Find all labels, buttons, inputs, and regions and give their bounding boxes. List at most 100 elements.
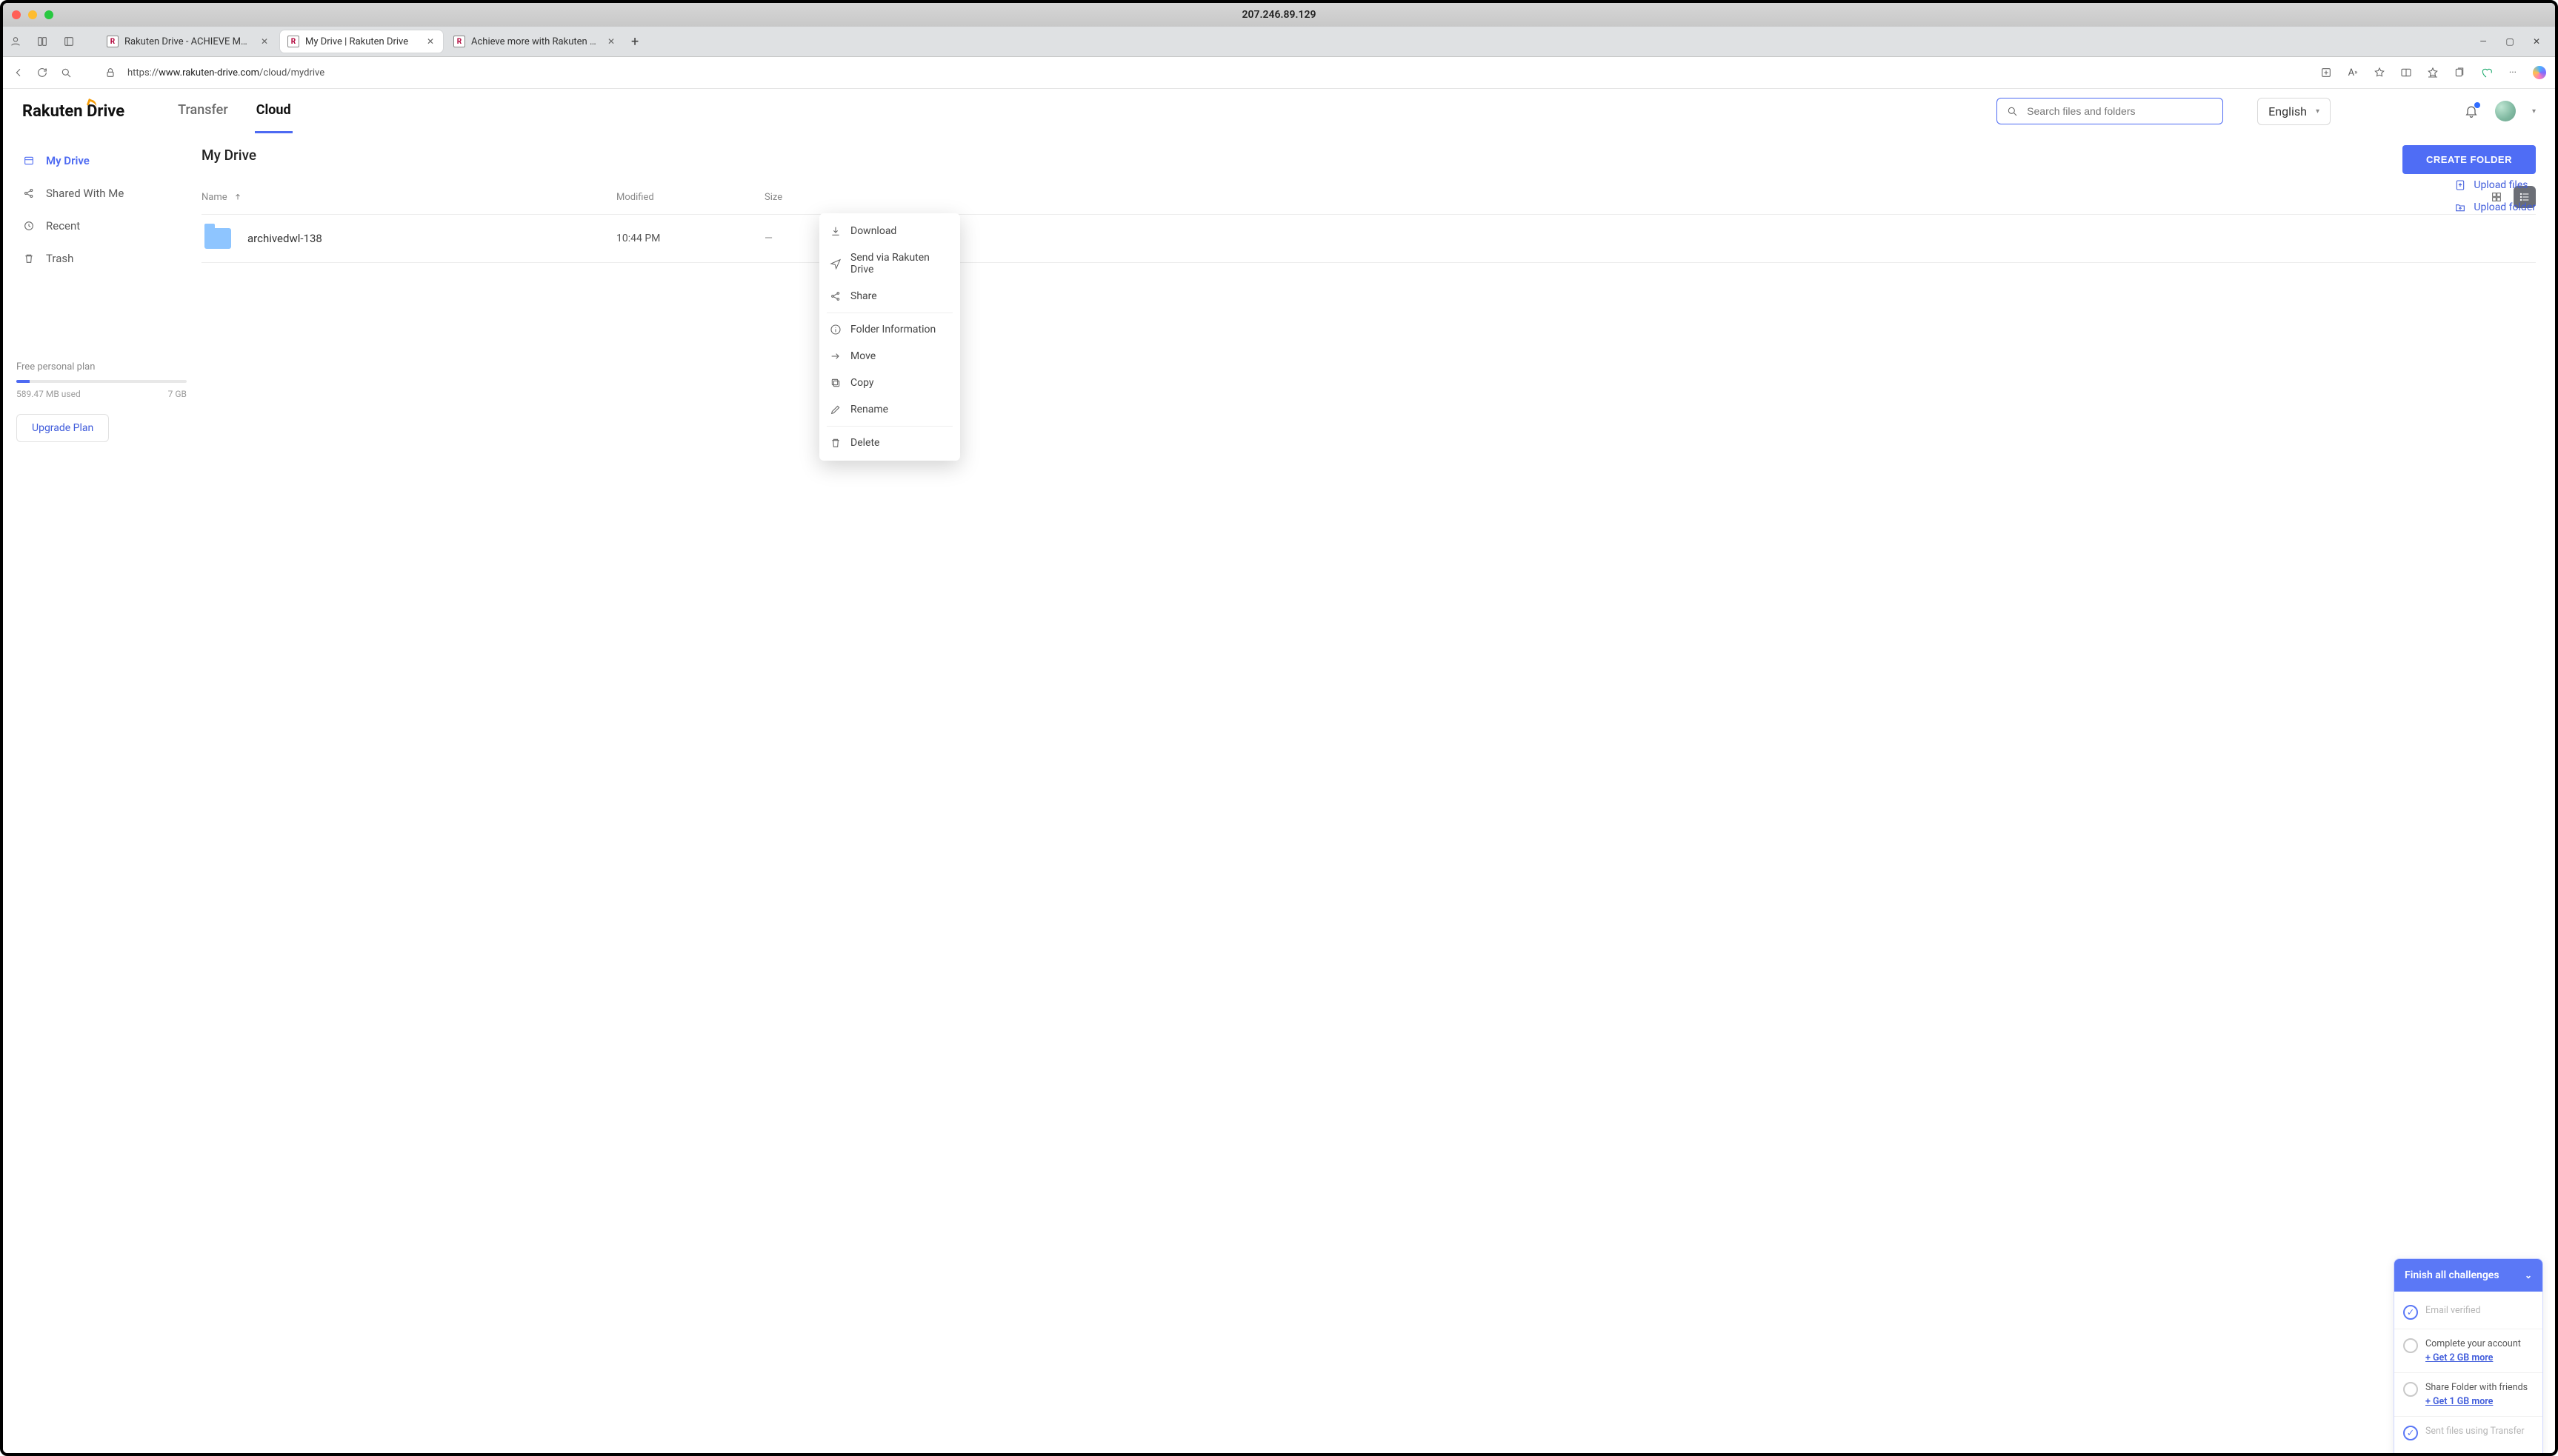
- challenges-panel: Finish all challenges ⌄ ✓ Email verified…: [2394, 1258, 2543, 1455]
- extension-install-icon[interactable]: [2319, 66, 2333, 79]
- ctx-delete[interactable]: Delete: [819, 430, 960, 456]
- ctx-copy[interactable]: Copy: [819, 370, 960, 396]
- notifications-bell-icon[interactable]: [2464, 104, 2479, 118]
- more-menu-icon[interactable]: ···: [2506, 66, 2519, 79]
- zoom-window-icon[interactable]: [44, 10, 53, 19]
- refresh-icon[interactable]: [36, 66, 49, 79]
- search-input[interactable]: [2025, 104, 2214, 118]
- column-modified[interactable]: Modified: [616, 192, 765, 203]
- rename-icon: [830, 404, 842, 415]
- close-tab-icon[interactable]: ✕: [606, 35, 616, 48]
- ctx-label: Folder Information: [850, 324, 936, 335]
- download-icon: [830, 225, 842, 237]
- chevron-down-icon[interactable]: ▾: [2532, 107, 2536, 116]
- challenge-link[interactable]: + Get 1 GB more: [2425, 1396, 2528, 1407]
- favorites-list-icon[interactable]: [2426, 66, 2439, 79]
- challenge-label: Complete your account: [2425, 1338, 2521, 1349]
- browser-essentials-icon[interactable]: [2479, 66, 2493, 79]
- tab-label: Achieve more with Rakuten Drive: [471, 36, 600, 47]
- search-icon[interactable]: [59, 66, 73, 79]
- browser-tab-2[interactable]: R Achieve more with Rakuten Drive ✕: [446, 30, 624, 53]
- copilot-icon[interactable]: [2533, 66, 2546, 79]
- site-info-lock-icon[interactable]: [104, 66, 117, 79]
- sidebar-item-mydrive[interactable]: My Drive: [16, 147, 187, 175]
- sidebar-item-trash[interactable]: Trash: [16, 244, 187, 273]
- ctx-label: Share: [850, 290, 877, 302]
- challenge-item: Share Folder with friends + Get 1 GB mor…: [2394, 1373, 2542, 1417]
- storage-bar: [16, 380, 187, 383]
- sidebar: My Drive Shared With Me Recent Trash Fre…: [3, 133, 196, 1455]
- minimize-window-icon[interactable]: [28, 10, 37, 19]
- close-icon[interactable]: ✕: [2531, 36, 2542, 47]
- sort-asc-icon[interactable]: [233, 193, 242, 201]
- ctx-rename[interactable]: Rename: [819, 396, 960, 423]
- trash-icon: [22, 252, 36, 265]
- table-row[interactable]: archivedwl-138 10:44 PM —: [201, 215, 2536, 263]
- read-aloud-icon[interactable]: A»: [2346, 66, 2359, 79]
- sidebar-item-shared[interactable]: Shared With Me: [16, 179, 187, 207]
- column-name[interactable]: Name: [201, 192, 227, 203]
- ctx-move[interactable]: Move: [819, 343, 960, 370]
- window-traffic-lights: [12, 10, 53, 19]
- ctx-info[interactable]: Folder Information: [819, 316, 960, 343]
- ctx-label: Move: [850, 350, 876, 362]
- ctx-share[interactable]: Share: [819, 283, 960, 310]
- brand-logo[interactable]: Rakuten Drive: [22, 102, 124, 121]
- browser-tab-0[interactable]: R Rakuten Drive - ACHIEVE MORE ✕: [99, 30, 277, 53]
- close-window-icon[interactable]: [12, 10, 21, 19]
- language-label: English: [2268, 104, 2307, 118]
- upload-files-label: Upload files: [2474, 179, 2528, 191]
- ctx-send[interactable]: Send via Rakuten Drive: [819, 244, 960, 283]
- close-tab-icon[interactable]: ✕: [425, 35, 436, 48]
- profile-icon[interactable]: [9, 35, 22, 48]
- browser-tab-1[interactable]: R My Drive | Rakuten Drive ✕: [280, 30, 443, 53]
- copy-icon: [830, 377, 842, 389]
- nav-transfer[interactable]: Transfer: [176, 89, 230, 133]
- back-icon[interactable]: [12, 66, 25, 79]
- challenge-link[interactable]: + Get 2 GB more: [2425, 1352, 2521, 1363]
- challenges-header[interactable]: Finish all challenges ⌄: [2394, 1259, 2542, 1292]
- minimize-icon[interactable]: —: [2478, 36, 2488, 47]
- upgrade-plan-button[interactable]: Upgrade Plan: [16, 414, 109, 442]
- chevron-down-icon: ▾: [2316, 107, 2319, 116]
- tab-label: My Drive | Rakuten Drive: [305, 36, 419, 47]
- language-selector[interactable]: English ▾: [2257, 98, 2331, 125]
- search-field[interactable]: [1996, 98, 2223, 124]
- chevron-down-icon[interactable]: ⌄: [2525, 1270, 2532, 1280]
- ctx-download[interactable]: Download: [819, 218, 960, 244]
- ctx-label: Rename: [850, 404, 888, 415]
- close-tab-icon[interactable]: ✕: [259, 35, 270, 48]
- drive-icon: [22, 154, 36, 167]
- sidebar-item-label: Recent: [46, 219, 80, 233]
- create-folder-button[interactable]: CREATE FOLDER: [2402, 145, 2536, 174]
- move-icon: [830, 350, 842, 362]
- app-header: Rakuten Drive Transfer Cloud English ▾: [3, 89, 2555, 133]
- workspaces-icon[interactable]: [36, 35, 49, 48]
- avatar[interactable]: [2495, 101, 2516, 121]
- challenge-label: Share Folder with friends: [2425, 1382, 2528, 1393]
- collections-icon[interactable]: [2453, 66, 2466, 79]
- main-content: My Drive CREATE FOLDER Upload files Uplo…: [196, 133, 2555, 1455]
- upload-files-link[interactable]: Upload files: [2454, 179, 2536, 191]
- favorite-star-icon[interactable]: [2373, 66, 2386, 79]
- context-menu: Download Send via Rakuten Drive Share Fo…: [819, 213, 960, 461]
- maximize-icon[interactable]: ▢: [2505, 36, 2515, 47]
- address-bar[interactable]: https://www.rakuten-drive.com/cloud/mydr…: [127, 67, 324, 79]
- search-icon: [2006, 105, 2018, 117]
- challenge-label: Email verified: [2425, 1305, 2481, 1320]
- plan-widget: Free personal plan 589.47 MB used 7 GB U…: [16, 361, 187, 442]
- folder-icon: [204, 228, 231, 249]
- column-size[interactable]: Size: [765, 192, 883, 203]
- nav-cloud[interactable]: Cloud: [255, 89, 293, 133]
- check-circle-icon: ✓: [2403, 1426, 2418, 1440]
- send-icon: [830, 258, 842, 270]
- share-icon: [22, 187, 36, 200]
- new-tab-button[interactable]: +: [627, 31, 643, 53]
- vertical-tabs-icon[interactable]: [62, 35, 76, 48]
- split-screen-icon[interactable]: [2399, 66, 2413, 79]
- upload-folder-link[interactable]: Upload folder: [2454, 201, 2536, 213]
- ctx-label: Delete: [850, 437, 879, 449]
- challenge-item: Complete your account + Get 2 GB more: [2394, 1329, 2542, 1373]
- macos-titlebar: 207.246.89.129: [3, 3, 2555, 27]
- sidebar-item-recent[interactable]: Recent: [16, 212, 187, 240]
